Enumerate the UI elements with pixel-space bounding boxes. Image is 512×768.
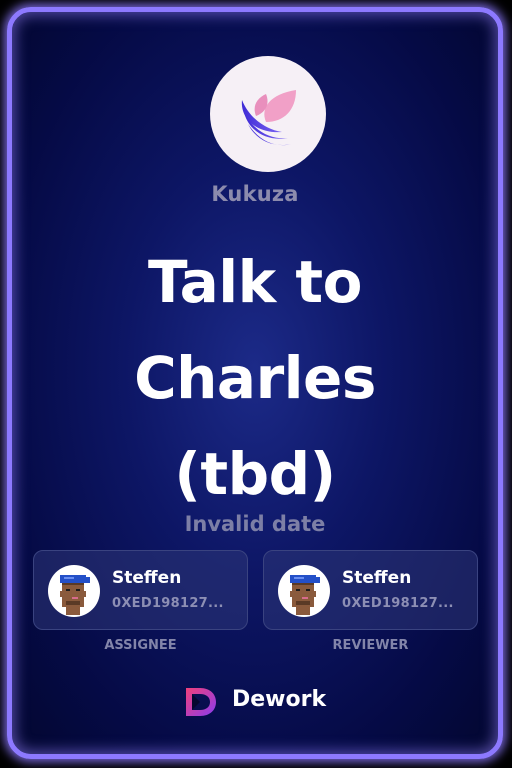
pixel-punk-avatar-icon xyxy=(60,575,90,615)
assignee-label: ASSIGNEE xyxy=(104,638,177,653)
dework-logo-icon xyxy=(186,688,216,716)
avatar xyxy=(48,565,100,617)
brand-name: Dework xyxy=(232,687,327,712)
reviewer-card[interactable]: Steffen 0XED198127... xyxy=(263,550,478,630)
brand-footer[interactable]: Dework xyxy=(180,682,340,722)
assignee-card[interactable]: Steffen 0XED198127... xyxy=(33,550,248,630)
organization-name: Kukuza xyxy=(211,182,299,206)
pixel-punk-avatar-icon xyxy=(290,575,320,615)
task-title: Talk to Charles (tbd) xyxy=(32,234,478,522)
due-date: Invalid date xyxy=(184,512,326,536)
avatar xyxy=(278,565,330,617)
task-title-line: Charles xyxy=(134,344,376,412)
reviewer-name: Steffen xyxy=(342,568,412,588)
reviewer-label: REVIEWER xyxy=(332,638,409,653)
task-title-line: (tbd) xyxy=(174,440,336,508)
assignee-name: Steffen xyxy=(112,568,182,588)
organization-logo xyxy=(210,56,326,172)
assignee-address: 0XED198127... xyxy=(112,596,224,611)
reviewer-address: 0XED198127... xyxy=(342,596,454,611)
leaf-wave-logo-icon xyxy=(241,90,296,146)
task-title-line: Talk to xyxy=(148,248,362,316)
